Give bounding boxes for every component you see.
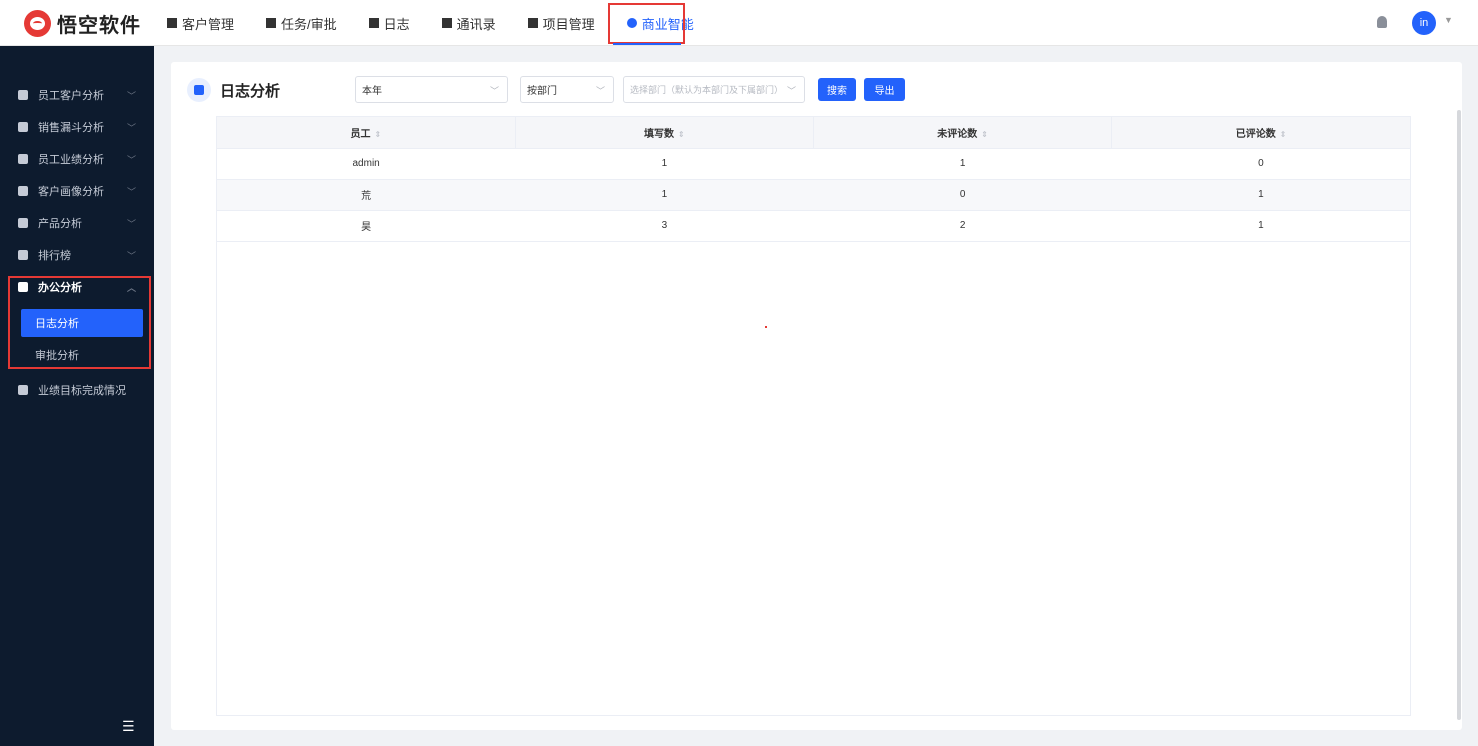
sidebar: 员工客户分析 ﹀ 销售漏斗分析 ﹀ 员工业绩分析 ﹀ 客户画像分析 ﹀ 产品分析… xyxy=(0,46,154,746)
sidebar-item-customer-profile[interactable]: 客户画像分析 ﹀ xyxy=(0,175,154,207)
collapse-sidebar-icon[interactable]: ☰ xyxy=(122,718,135,735)
search-button[interactable]: 搜索 xyxy=(818,78,856,101)
cell-unreviewed: 2 xyxy=(813,210,1112,242)
bell-icon[interactable] xyxy=(1377,16,1387,28)
column-header-employee[interactable]: 员工 ⇕ xyxy=(217,117,516,149)
avatar[interactable]: in xyxy=(1412,11,1436,35)
cell-filled: 1 xyxy=(515,148,814,180)
target-icon xyxy=(18,385,28,395)
grid-icon xyxy=(187,78,211,102)
cell-reviewed: 1 xyxy=(1111,179,1410,211)
column-header-filled[interactable]: 填写数 ⇕ xyxy=(515,117,815,149)
sidebar-highlight-box xyxy=(8,276,151,369)
person-icon xyxy=(18,90,28,100)
department-select[interactable]: 选择部门（默认为本部门及下属部门） ﹀ xyxy=(623,76,805,103)
nav-item-contacts[interactable]: 通讯录 xyxy=(441,0,496,46)
sidebar-item-label: 客户画像分析 xyxy=(38,186,104,198)
table-row: 荒 1 0 1 xyxy=(217,179,1410,211)
period-select[interactable]: 本年 ﹀ xyxy=(355,76,508,103)
chevron-down-icon: ﹀ xyxy=(126,218,136,229)
contacts-icon xyxy=(441,18,452,28)
sidebar-item-target-completion[interactable]: 业绩目标完成情况 xyxy=(0,374,154,406)
nav-item-label: 通讯录 xyxy=(456,16,496,32)
nav-item-label: 日志 xyxy=(383,16,410,32)
table-row: admin 1 1 0 xyxy=(217,148,1410,180)
sort-icon[interactable]: ⇕ xyxy=(375,130,382,139)
sidebar-item-ranking[interactable]: 排行榜 ﹀ xyxy=(0,239,154,271)
sidebar-item-employee-customer[interactable]: 员工客户分析 ﹀ xyxy=(0,79,154,111)
department-select-placeholder: 选择部门（默认为本部门及下属部门） xyxy=(630,85,784,95)
nav-item-project[interactable]: 项目管理 xyxy=(527,0,595,46)
chevron-down-icon: ﹀ xyxy=(595,86,605,96)
nav-item-log[interactable]: 日志 xyxy=(368,0,410,46)
monkey-logo-icon xyxy=(24,9,51,37)
vertical-scrollbar[interactable] xyxy=(1457,110,1461,720)
cell-employee: admin xyxy=(217,148,516,180)
chevron-down-icon: ﹀ xyxy=(786,86,796,96)
cell-filled: 1 xyxy=(515,179,814,211)
caret-down-icon[interactable]: ▼ xyxy=(1444,15,1453,25)
export-button[interactable]: 导出 xyxy=(864,78,905,101)
note-icon xyxy=(368,18,379,28)
nav-item-label: 项目管理 xyxy=(542,16,595,32)
users-icon xyxy=(18,186,28,196)
chevron-down-icon: ﹀ xyxy=(126,186,136,197)
cell-employee: 荒 xyxy=(217,179,516,211)
logo[interactable]: 悟空软件 xyxy=(24,9,141,37)
cell-filled: 3 xyxy=(515,210,814,242)
cell-employee: 昊 xyxy=(217,210,516,242)
sidebar-item-label: 产品分析 xyxy=(38,218,82,230)
sort-icon[interactable]: ⇕ xyxy=(678,130,685,139)
table-row: 昊 3 2 1 xyxy=(217,210,1410,242)
briefcase-icon xyxy=(266,18,277,28)
cell-unreviewed: 0 xyxy=(813,179,1112,211)
nav-item-customer[interactable]: 客户管理 xyxy=(167,0,234,46)
table-header-row: 员工 ⇕ 填写数 ⇕ 未评论数 ⇕ 已评论数 ⇕ xyxy=(217,117,1410,149)
nav-item-label: 任务/审批 xyxy=(281,16,337,32)
cell-unreviewed: 1 xyxy=(813,148,1112,180)
log-analysis-table: 员工 ⇕ 填写数 ⇕ 未评论数 ⇕ 已评论数 ⇕ admin 1 1 0 荒 1 0 1… xyxy=(217,117,1410,242)
period-select-value: 本年 xyxy=(362,86,382,97)
page-title: 日志分析 xyxy=(220,83,281,100)
chevron-down-icon: ﹀ xyxy=(126,250,136,261)
sort-icon[interactable]: ⇕ xyxy=(1280,130,1287,139)
top-navbar: 悟空软件 客户管理 任务/审批 日志 通讯录 项目管理 商业智能 in ▼ xyxy=(0,0,1478,46)
nav-highlight-box xyxy=(608,3,685,44)
column-header-unreviewed[interactable]: 未评论数 ⇕ xyxy=(813,117,1113,149)
cell-reviewed: 0 xyxy=(1111,148,1410,180)
funnel-icon xyxy=(18,122,28,132)
bar-chart-icon xyxy=(18,154,28,164)
sidebar-item-label: 排行榜 xyxy=(38,250,71,262)
building-icon xyxy=(167,18,177,28)
list-icon xyxy=(527,18,538,28)
sidebar-item-product[interactable]: 产品分析 ﹀ xyxy=(0,207,154,239)
chevron-down-icon: ﹀ xyxy=(489,86,499,96)
nav-item-label: 客户管理 xyxy=(182,16,235,32)
group-by-select-value: 按部门 xyxy=(527,86,557,97)
chevron-down-icon: ﹀ xyxy=(126,90,136,101)
sidebar-item-label: 员工业绩分析 xyxy=(38,154,104,166)
sidebar-item-employee-performance[interactable]: 员工业绩分析 ﹀ xyxy=(0,143,154,175)
sidebar-item-label: 销售漏斗分析 xyxy=(38,122,104,134)
group-by-select[interactable]: 按部门 ﹀ xyxy=(520,76,614,103)
cell-reviewed: 1 xyxy=(1111,210,1410,242)
chevron-down-icon: ﹀ xyxy=(126,154,136,165)
chevron-down-icon: ﹀ xyxy=(126,122,136,133)
sidebar-item-sales-funnel[interactable]: 销售漏斗分析 ﹀ xyxy=(0,111,154,143)
sidebar-item-label: 员工客户分析 xyxy=(38,90,104,102)
sort-icon[interactable]: ⇕ xyxy=(981,130,988,139)
trophy-icon xyxy=(18,250,28,260)
box-icon xyxy=(18,218,28,228)
sidebar-item-label: 业绩目标完成情况 xyxy=(38,385,126,397)
brand-name: 悟空软件 xyxy=(57,14,141,37)
nav-item-task-approval[interactable]: 任务/审批 xyxy=(266,0,337,46)
nav-active-underline xyxy=(613,43,681,45)
stray-dot xyxy=(765,326,767,328)
column-header-reviewed[interactable]: 已评论数 ⇕ xyxy=(1111,117,1410,149)
